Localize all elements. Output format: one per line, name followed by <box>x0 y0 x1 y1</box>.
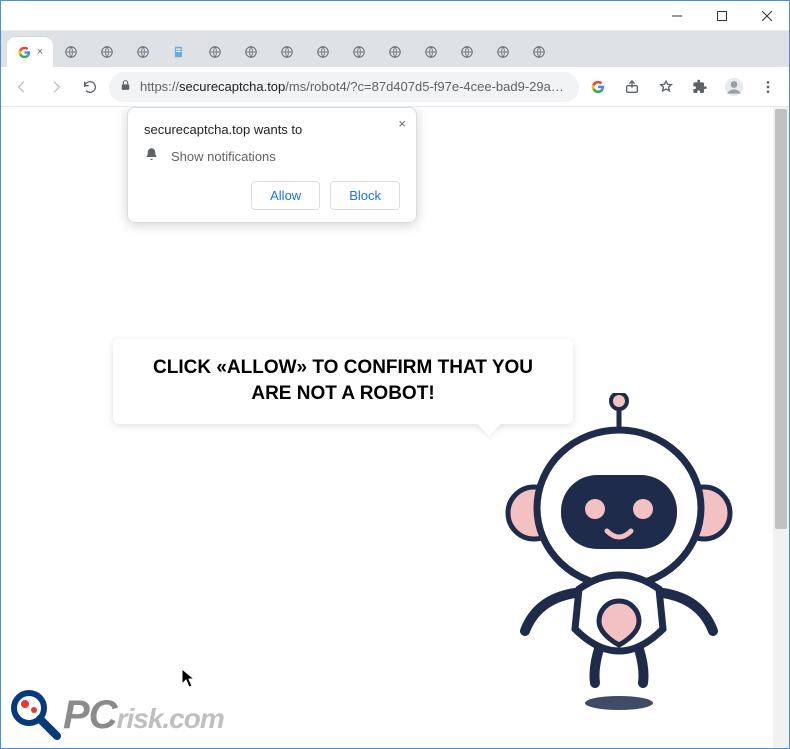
tab-background[interactable] <box>485 37 521 67</box>
prompt-origin-text: securecaptcha.top wants to <box>144 122 400 137</box>
prompt-close-button[interactable]: × <box>398 116 406 131</box>
globe-icon <box>495 44 511 60</box>
pcrisk-watermark: PCrisk.com <box>9 688 224 742</box>
tab-background[interactable] <box>89 37 125 67</box>
window-minimize-button[interactable] <box>654 1 699 31</box>
tab-active[interactable]: × <box>7 37 53 67</box>
globe-icon <box>531 44 547 60</box>
reload-button[interactable] <box>75 72 105 102</box>
allow-button[interactable]: Allow <box>251 181 320 210</box>
page-favicon <box>171 44 187 60</box>
url-host: securecaptcha.top <box>179 79 285 94</box>
globe-icon <box>351 44 367 60</box>
tab-background[interactable] <box>161 37 197 67</box>
google-favicon <box>17 44 33 60</box>
watermark-pc: PC <box>63 693 117 738</box>
tab-background[interactable] <box>521 37 557 67</box>
kebab-menu-icon[interactable] <box>753 72 783 102</box>
tab-background[interactable] <box>341 37 377 67</box>
globe-icon <box>135 44 151 60</box>
tab-background[interactable] <box>449 37 485 67</box>
google-services-icon[interactable] <box>583 72 613 102</box>
globe-icon <box>243 44 259 60</box>
mouse-cursor-icon <box>181 668 195 688</box>
tab-background[interactable] <box>233 37 269 67</box>
tab-background[interactable] <box>269 37 305 67</box>
bell-icon <box>144 147 159 165</box>
lock-icon <box>119 79 132 95</box>
globe-icon <box>387 44 403 60</box>
globe-icon <box>99 44 115 60</box>
scrollbar-thumb[interactable] <box>775 109 787 529</box>
back-button[interactable] <box>7 72 37 102</box>
url-scheme: https:// <box>140 79 179 94</box>
page-viewport: × securecaptcha.top wants to Show notifi… <box>1 107 789 748</box>
prompt-capability-text: Show notifications <box>171 149 276 164</box>
globe-icon <box>423 44 439 60</box>
tab-close-icon[interactable]: × <box>37 46 43 58</box>
browser-window: × https://securecaptcha.top/ms/robot4/?c… <box>0 0 790 749</box>
instruction-text: CLICK «ALLOW» TO CONFIRM THAT YOU ARE NO… <box>153 357 533 404</box>
browser-toolbar: https://securecaptcha.top/ms/robot4/?c=8… <box>1 67 789 107</box>
share-icon[interactable] <box>617 72 647 102</box>
tab-background[interactable] <box>377 37 413 67</box>
watermark-risk: risk.com <box>117 703 224 735</box>
window-maximize-button[interactable] <box>699 1 744 31</box>
robot-illustration <box>479 393 759 713</box>
window-close-button[interactable] <box>744 1 789 31</box>
globe-icon <box>63 44 79 60</box>
bookmark-star-icon[interactable] <box>651 72 681 102</box>
vertical-scrollbar[interactable] <box>773 107 789 748</box>
tab-background[interactable] <box>413 37 449 67</box>
window-titlebar <box>1 1 789 31</box>
globe-icon <box>207 44 223 60</box>
forward-button[interactable] <box>41 72 71 102</box>
tab-background[interactable] <box>53 37 89 67</box>
globe-icon <box>315 44 331 60</box>
address-bar[interactable]: https://securecaptcha.top/ms/robot4/?c=8… <box>109 72 579 102</box>
globe-icon <box>279 44 295 60</box>
globe-icon <box>459 44 475 60</box>
tab-background[interactable] <box>125 37 161 67</box>
notification-permission-prompt: × securecaptcha.top wants to Show notifi… <box>127 107 417 223</box>
tab-background[interactable] <box>197 37 233 67</box>
extensions-puzzle-icon[interactable] <box>685 72 715 102</box>
profile-avatar-icon[interactable] <box>719 72 749 102</box>
block-button[interactable]: Block <box>330 181 400 210</box>
tab-background[interactable] <box>305 37 341 67</box>
url-path: /ms/robot4/?c=87d407d5-f97e-4cee-bad9-29… <box>285 79 569 94</box>
tab-strip: × <box>1 31 789 67</box>
magnifier-icon <box>9 688 63 742</box>
